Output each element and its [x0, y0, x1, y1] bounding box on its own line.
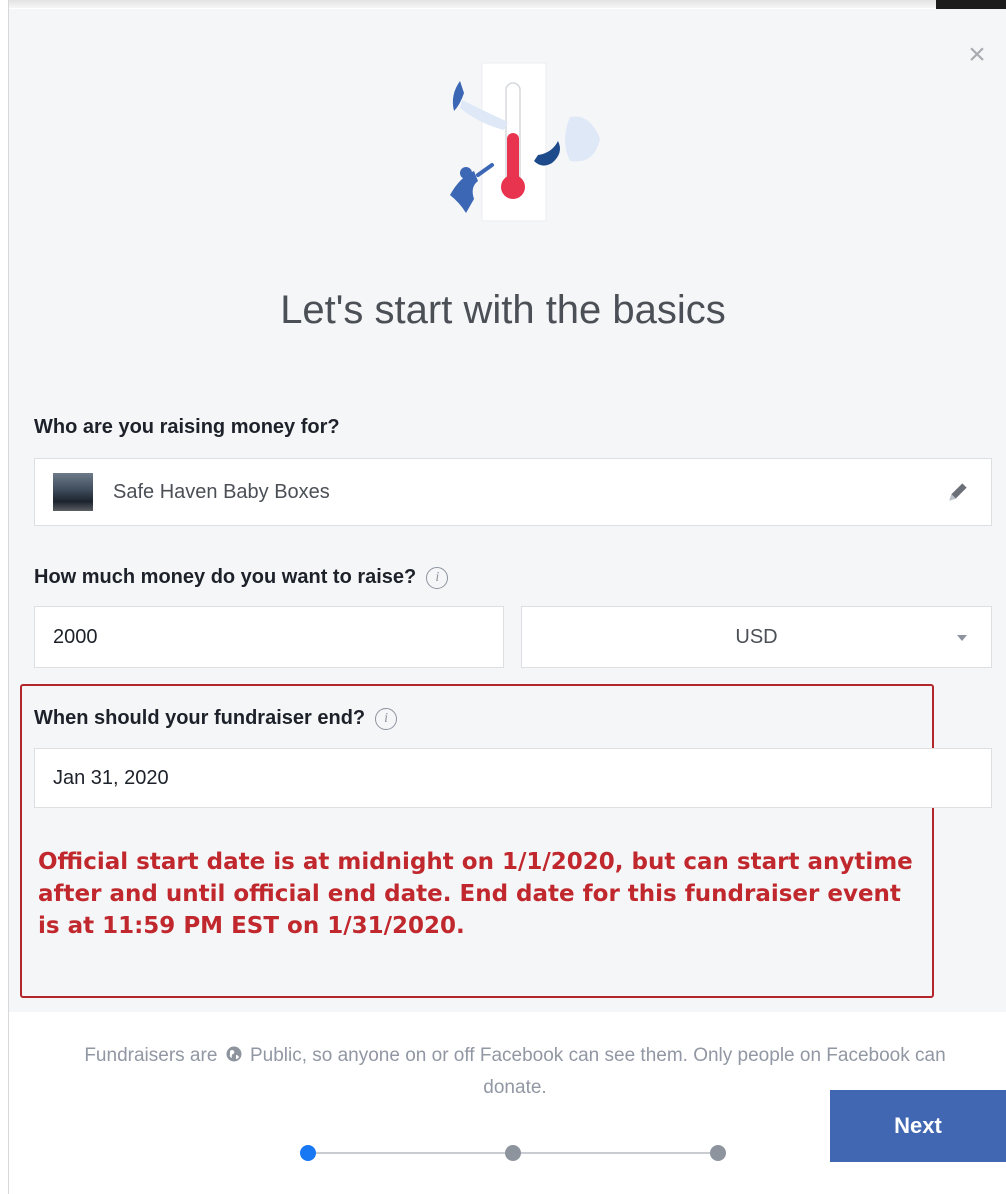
thermometer-illustration: [450, 62, 600, 222]
window-left-edge: [0, 0, 9, 1194]
beneficiary-name: Safe Haven Baby Boxes: [113, 480, 330, 503]
dialog-title: Let's start with the basics: [280, 288, 726, 332]
step-indicator: [300, 1143, 730, 1163]
beneficiary-label: Who are you raising money for?: [34, 416, 340, 439]
step-dot-1: [300, 1145, 316, 1161]
beneficiary-selector[interactable]: Safe Haven Baby Boxes: [34, 458, 992, 526]
end-date-input[interactable]: Jan 31, 2020: [34, 748, 992, 808]
pencil-icon[interactable]: [945, 479, 971, 505]
close-icon[interactable]: ×: [962, 40, 992, 70]
window-top-edge: [0, 0, 1006, 8]
annotation-highlight-box: [20, 684, 934, 998]
end-date-label: When should your fundraiser end? i: [34, 707, 398, 730]
currency-select[interactable]: USD: [521, 606, 992, 668]
end-date-label-text: When should your fundraiser end?: [34, 707, 366, 729]
organization-thumbnail: [53, 473, 93, 511]
step-dot-2: [505, 1145, 521, 1161]
globe-icon: [226, 1046, 242, 1062]
goal-label: How much money do you want to raise? i: [34, 566, 449, 589]
privacy-note-prefix: Fundraisers are: [84, 1045, 218, 1066]
info-icon[interactable]: i: [375, 707, 398, 730]
info-icon[interactable]: i: [426, 566, 449, 589]
currency-value: USD: [735, 625, 778, 648]
goal-amount-input[interactable]: 2000: [34, 606, 504, 668]
next-button[interactable]: Next: [830, 1090, 1006, 1162]
caret-down-icon: [957, 635, 967, 641]
beneficiary-label-text: Who are you raising money for?: [34, 416, 340, 438]
privacy-note: Fundraisers are Public, so anyone on or …: [80, 1040, 950, 1104]
goal-label-text: How much money do you want to raise?: [34, 566, 417, 588]
annotation-note: Official start date is at midnight on 1/…: [38, 849, 913, 939]
step-dot-3: [710, 1145, 726, 1161]
